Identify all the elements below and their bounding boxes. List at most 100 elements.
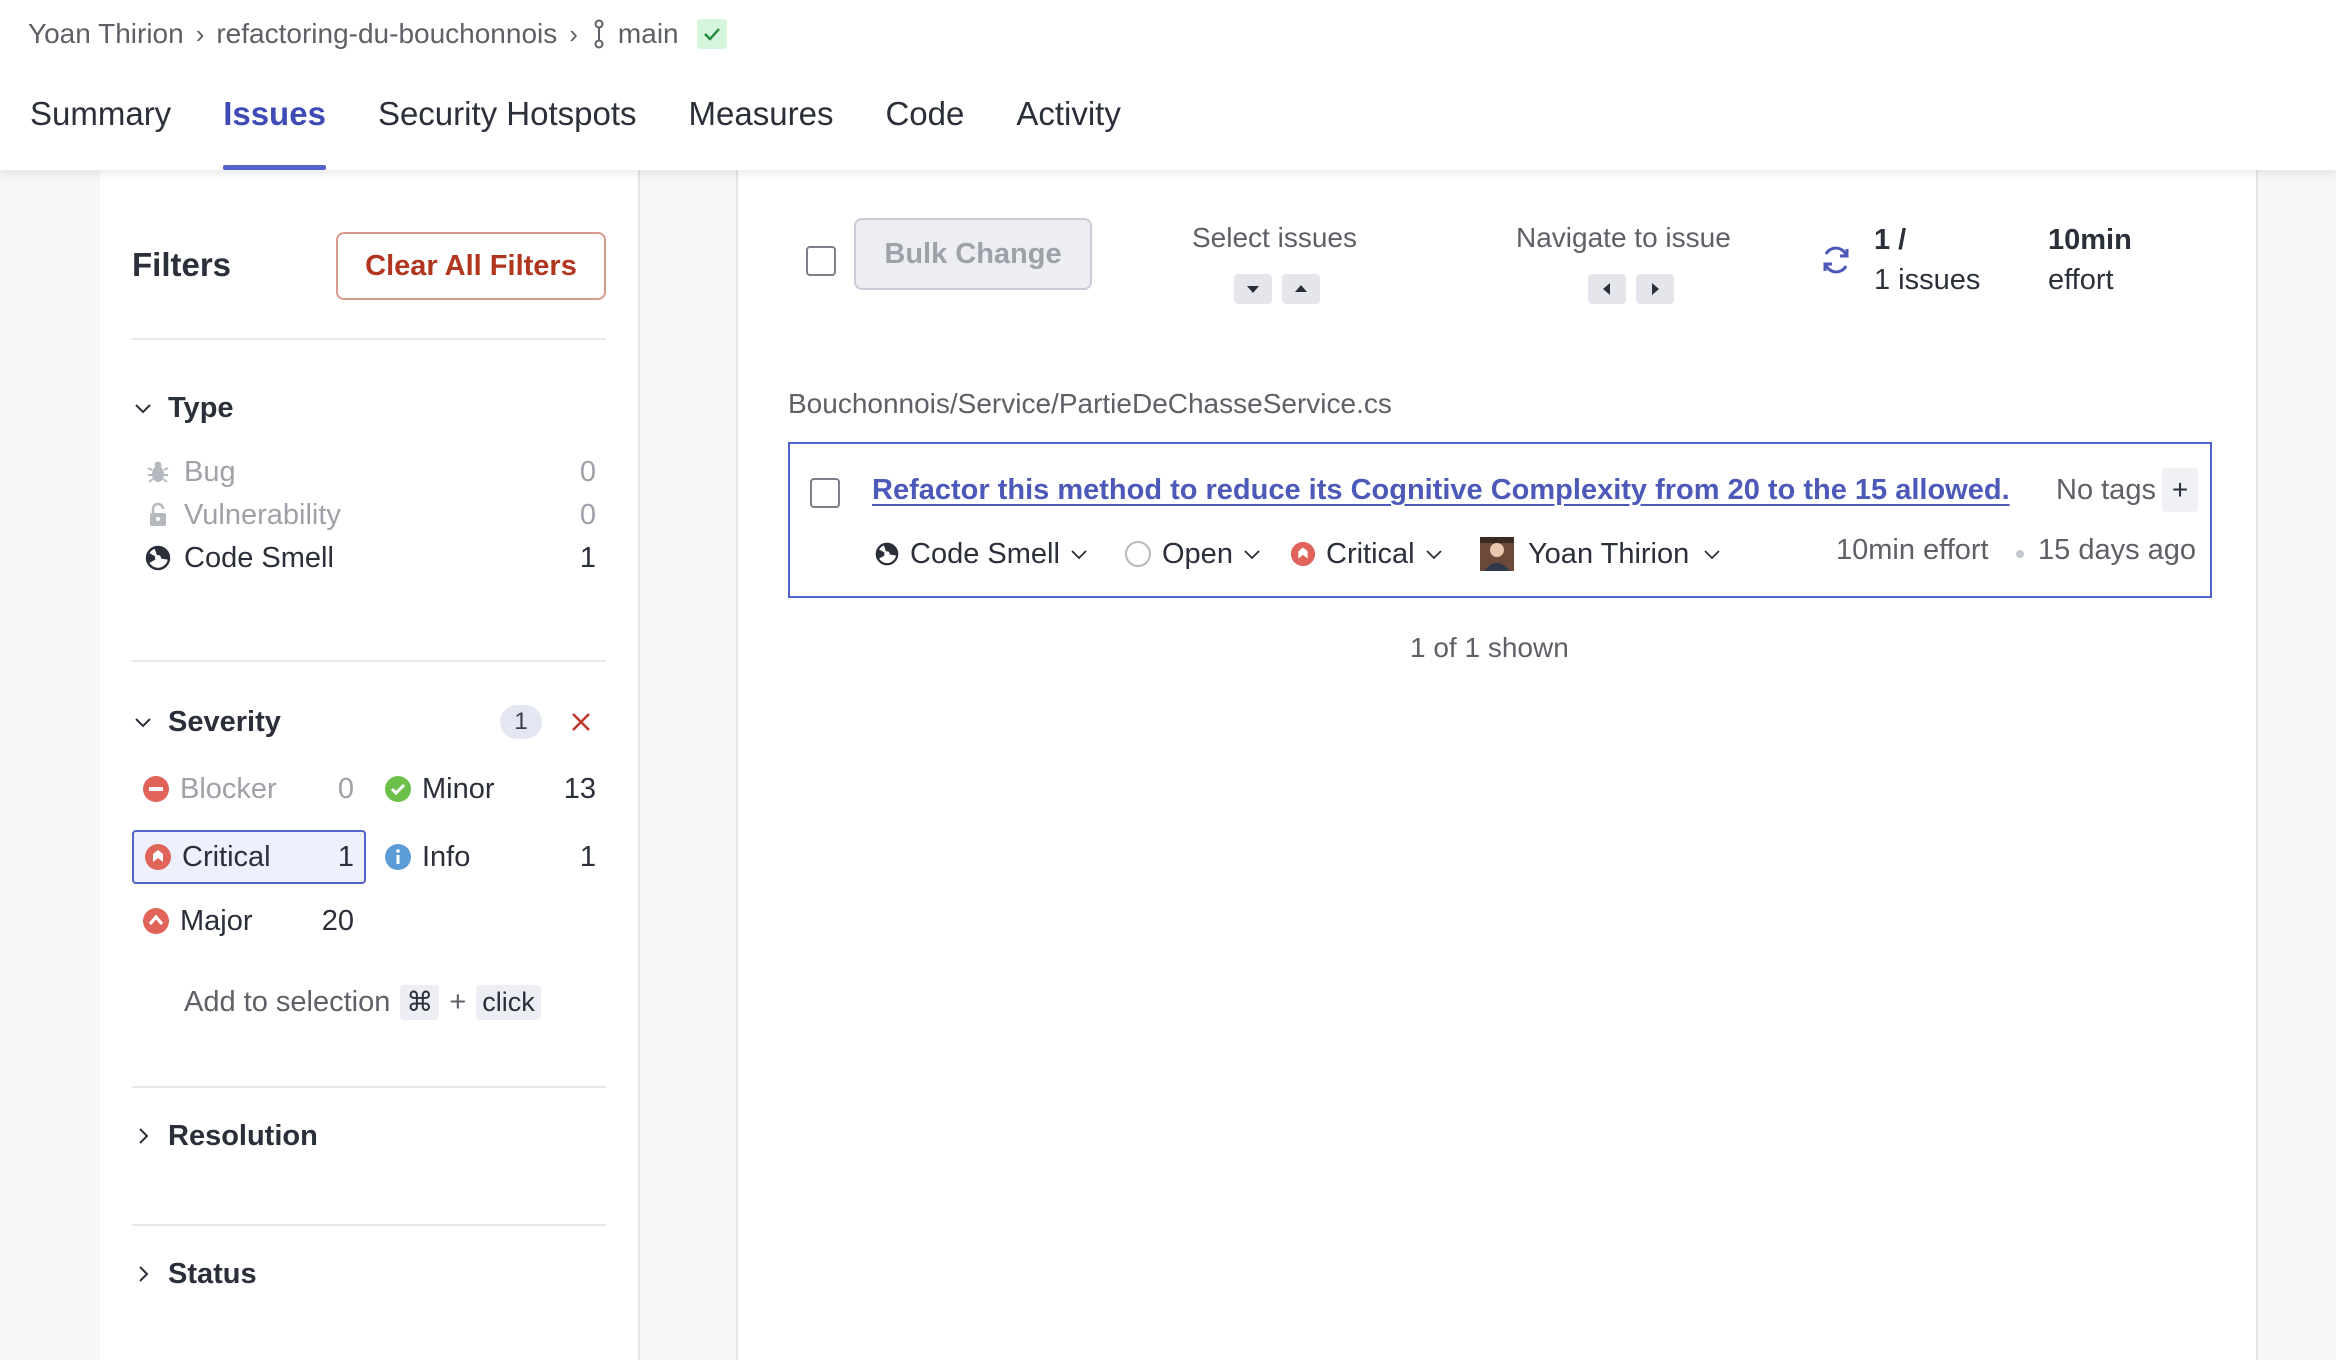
critical-icon xyxy=(1290,541,1316,567)
clear-all-filters-button[interactable]: Clear All Filters xyxy=(336,232,606,300)
navigate-previous-key[interactable] xyxy=(1588,274,1626,304)
facet-resolution-header[interactable]: Resolution xyxy=(132,1116,318,1156)
issue-effort: 10min effort xyxy=(1836,534,1989,566)
facet-resolution-title: Resolution xyxy=(168,1119,318,1152)
caret-up-icon xyxy=(1295,285,1307,292)
multi-select-hint: Add to selection ⌘ + click xyxy=(184,980,541,1024)
filters-title: Filters xyxy=(132,246,232,283)
major-icon xyxy=(143,908,169,934)
separator-dot xyxy=(2016,550,2024,558)
facet-type-bug-count: 0 xyxy=(579,455,596,488)
chevron-down-icon xyxy=(1425,550,1442,560)
navigate-to-issue-label: Navigate to issue xyxy=(1516,222,1731,253)
issue-checkbox[interactable] xyxy=(810,478,840,508)
info-icon xyxy=(385,844,411,870)
component-file-path: Bouchonnois/Service/PartieDeChasseServic… xyxy=(788,388,1392,419)
avatar xyxy=(1480,537,1514,571)
facet-type-title: Type xyxy=(168,391,234,424)
select-all-checkbox[interactable] xyxy=(806,246,836,276)
hint-action: click xyxy=(476,984,541,1020)
select-next-issue-key[interactable] xyxy=(1234,274,1272,304)
tab-measures[interactable]: Measures xyxy=(663,86,860,170)
chevron-down-icon xyxy=(1704,550,1720,560)
hint-text: Add to selection xyxy=(184,985,391,1018)
facet-type-code-smell[interactable]: Code Smell 1 xyxy=(132,532,606,584)
refresh-icon[interactable] xyxy=(1818,242,1854,278)
issues-main-panel: Bulk Change Select issues Navigate to is… xyxy=(736,170,2258,1360)
tab-security-hotspots[interactable]: Security Hotspots xyxy=(352,86,663,170)
issue-tags[interactable]: No tags xyxy=(2056,474,2156,507)
facet-severity-header[interactable]: Severity xyxy=(132,702,281,742)
branch-name[interactable]: main xyxy=(618,18,679,50)
lock-icon xyxy=(150,502,166,526)
severity-major-count: 20 xyxy=(321,904,354,937)
facet-type-code-smell-count: 1 xyxy=(579,541,596,574)
filters-header: Filters Clear All Filters xyxy=(132,232,606,304)
tab-issues[interactable]: Issues xyxy=(197,86,352,170)
hint-plus: + xyxy=(449,985,467,1018)
navigate-next-key[interactable] xyxy=(1636,274,1674,304)
minor-icon xyxy=(385,776,411,802)
severity-info[interactable]: Info 1 xyxy=(374,830,606,884)
top-bar: Yoan Thirion › refactoring-du-bouchonnoi… xyxy=(0,0,2336,170)
chevron-down-icon xyxy=(1244,550,1260,560)
code-smell-icon xyxy=(145,545,171,571)
issue-status-label: Open xyxy=(1162,537,1233,570)
facet-type-header[interactable]: Type xyxy=(132,388,234,428)
issue-status-dropdown[interactable]: Open xyxy=(1124,532,1261,576)
severity-critical[interactable]: Critical 1 xyxy=(132,830,366,884)
severity-blocker-label: Blocker xyxy=(180,772,277,805)
chevron-right-icon: › xyxy=(569,18,578,49)
critical-icon xyxy=(145,844,171,870)
severity-minor[interactable]: Minor 13 xyxy=(374,762,606,816)
effort-line2: effort xyxy=(2048,264,2114,296)
breadcrumb-project[interactable]: refactoring-du-bouchonnois xyxy=(216,18,557,50)
tab-summary[interactable]: Summary xyxy=(30,86,197,170)
breadcrumb: Yoan Thirion › refactoring-du-bouchonnoi… xyxy=(28,14,727,54)
tab-activity[interactable]: Activity xyxy=(990,86,1147,170)
severity-selected-count-badge: 1 xyxy=(500,705,542,739)
select-issues-label: Select issues xyxy=(1192,222,1357,253)
severity-major-label: Major xyxy=(180,904,253,937)
total-effort: 10min effort xyxy=(2048,220,2132,300)
severity-info-count: 1 xyxy=(579,840,596,873)
issue-type-dropdown[interactable]: Code Smell xyxy=(874,532,1088,576)
caret-down-icon xyxy=(1247,286,1259,293)
issue-severity-dropdown[interactable]: Critical xyxy=(1290,532,1443,576)
project-nav: Summary Issues Security Hotspots Measure… xyxy=(30,86,1147,170)
facet-type-vulnerability-count: 0 xyxy=(579,498,596,531)
bulk-change-button[interactable]: Bulk Change xyxy=(854,218,1092,290)
issue-title-link[interactable]: Refactor this method to reduce its Cogni… xyxy=(872,474,2010,507)
tab-code[interactable]: Code xyxy=(859,86,990,170)
issue-item[interactable]: Refactor this method to reduce its Cogni… xyxy=(788,442,2212,598)
facet-type-vulnerability-label: Vulnerability xyxy=(184,498,341,531)
facet-type-bug-label: Bug xyxy=(184,455,236,488)
add-tag-button[interactable]: + xyxy=(2162,468,2198,512)
branch-icon xyxy=(594,19,604,49)
divider xyxy=(132,1086,606,1088)
issue-severity-label: Critical xyxy=(1326,537,1415,570)
chevron-right-icon xyxy=(139,1266,149,1282)
bug-icon xyxy=(147,461,169,483)
severity-blocker[interactable]: Blocker 0 xyxy=(132,762,364,816)
breadcrumb-owner[interactable]: Yoan Thirion xyxy=(28,18,184,50)
select-previous-issue-key[interactable] xyxy=(1282,274,1320,304)
issues-count-line1: 1 / xyxy=(1874,224,1907,256)
issue-assignee-name: Yoan Thirion xyxy=(1528,537,1690,570)
facet-type-code-smell-label: Code Smell xyxy=(184,541,334,574)
severity-minor-count: 13 xyxy=(563,772,596,805)
chevron-down-icon xyxy=(135,718,151,728)
divider xyxy=(132,338,606,340)
issue-assignee-dropdown[interactable]: Yoan Thirion xyxy=(1480,532,1721,576)
caret-left-icon xyxy=(1603,283,1610,295)
status-open-icon xyxy=(1125,541,1151,567)
issues-count: 1 / 1 issues xyxy=(1874,220,1980,300)
clear-severity-icon[interactable] xyxy=(566,707,596,737)
severity-major[interactable]: Major 20 xyxy=(132,894,364,948)
facet-status-header[interactable]: Status xyxy=(132,1254,257,1294)
severity-minor-label: Minor xyxy=(422,772,495,805)
chevron-down-icon xyxy=(1071,550,1087,560)
code-smell-icon xyxy=(875,542,899,566)
issue-age[interactable]: 15 days ago xyxy=(2038,534,2196,567)
quality-gate-passed-icon xyxy=(696,19,727,49)
